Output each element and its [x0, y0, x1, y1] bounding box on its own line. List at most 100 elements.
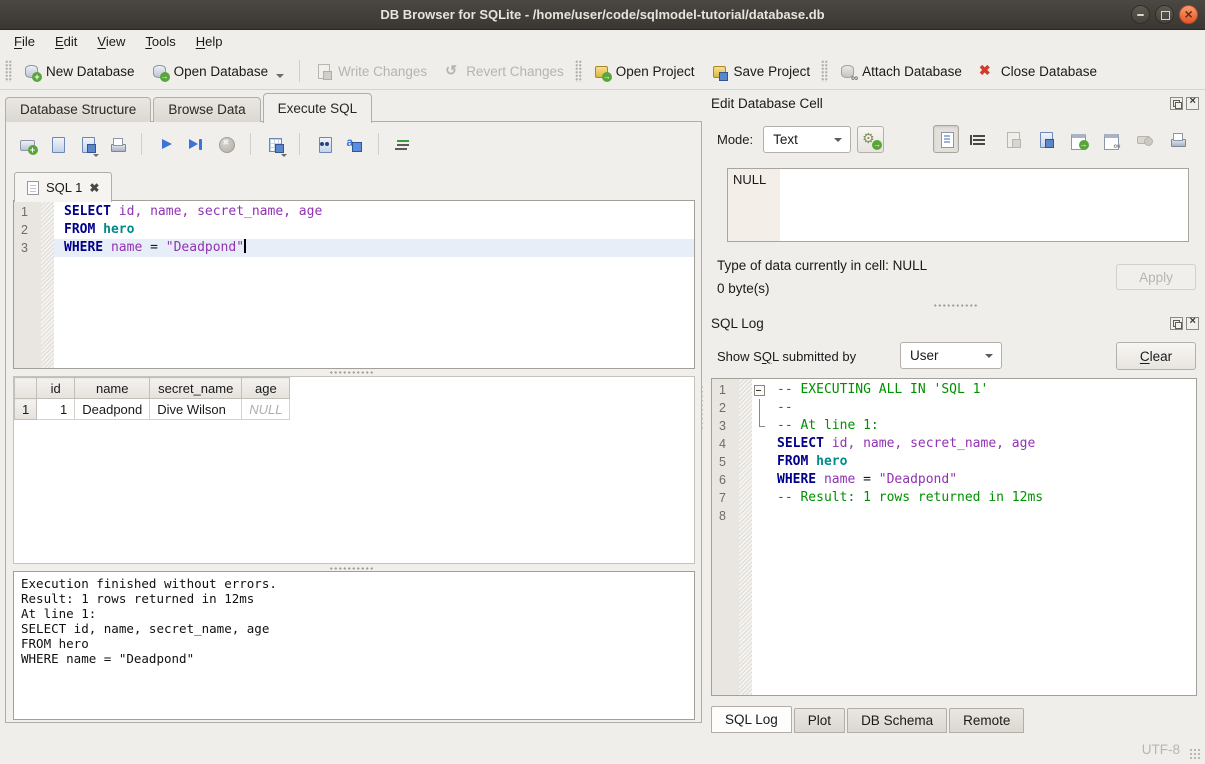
- auto-mode-button[interactable]: [857, 126, 884, 153]
- export-data-button[interactable]: [1032, 125, 1058, 153]
- open-project-button[interactable]: Open Project: [585, 59, 703, 84]
- code-line-1: 1SELECT id, name, secret_name, age: [14, 203, 694, 221]
- chevron-down-icon[interactable]: [276, 74, 284, 78]
- sql-log-view[interactable]: 1-- EXECUTING ALL IN 'SQL 1'2--3-- At li…: [711, 378, 1197, 696]
- close-dock-icon[interactable]: [1186, 97, 1199, 110]
- tab-database-structure[interactable]: Database Structure: [5, 97, 151, 122]
- find-in-sql-button[interactable]: [311, 131, 337, 157]
- code-text[interactable]: FROM hero: [54, 221, 694, 239]
- column-header-id[interactable]: id: [37, 378, 75, 399]
- close-button[interactable]: [1179, 5, 1198, 24]
- log-filter-select[interactable]: User: [900, 342, 1002, 369]
- token-id: name: [111, 240, 142, 255]
- tab-remote[interactable]: Remote: [949, 708, 1024, 733]
- word-wrap-button[interactable]: [966, 125, 992, 153]
- sql-log-dock-titlebar: SQL Log: [711, 314, 1199, 332]
- float-dock-icon[interactable]: [1170, 317, 1183, 330]
- open-in-external-button[interactable]: [1065, 125, 1091, 153]
- sql-document-icon: [27, 181, 39, 195]
- line-number: 3: [14, 239, 41, 257]
- execute-current-line-button[interactable]: [183, 131, 209, 157]
- status-bar: UTF-8: [0, 735, 1205, 764]
- cell-editor[interactable]: NULL: [727, 168, 1189, 242]
- code-text[interactable]: SELECT id, name, secret_name, age: [54, 203, 694, 221]
- close-tab-icon[interactable]: [89, 180, 99, 195]
- toolbar-separator: [141, 133, 142, 155]
- row-number[interactable]: 1: [15, 399, 37, 420]
- column-header-age[interactable]: age: [242, 378, 290, 399]
- code-text[interactable]: -- Result: 1 rows returned in 12ms: [767, 489, 1196, 507]
- cell-id[interactable]: 1: [37, 399, 75, 420]
- token-id: id, name, secret_name, age: [832, 436, 1036, 451]
- menu-edit[interactable]: Edit: [45, 32, 87, 51]
- clear-log-button[interactable]: Clear: [1116, 342, 1196, 370]
- code-text[interactable]: -- At line 1:: [767, 417, 1196, 435]
- save-project-button[interactable]: Save Project: [703, 59, 819, 84]
- tab-plot[interactable]: Plot: [794, 708, 845, 733]
- format-sql-button[interactable]: [390, 131, 416, 157]
- window-controls: [1131, 5, 1198, 24]
- open-database-button[interactable]: Open Database: [143, 59, 293, 84]
- code-text[interactable]: SELECT id, name, secret_name, age: [767, 435, 1196, 453]
- code-text[interactable]: WHERE name = "Deadpond": [54, 239, 694, 257]
- attach-database-button[interactable]: Attach Database: [831, 59, 970, 84]
- cell-name[interactable]: Deadpond: [75, 399, 150, 420]
- menu-file[interactable]: File: [4, 32, 45, 51]
- print-sql-button[interactable]: [104, 131, 130, 157]
- encoding-indicator[interactable]: UTF-8: [1142, 742, 1180, 757]
- column-header-name[interactable]: name: [75, 378, 150, 399]
- splitter-handle[interactable]: [329, 566, 373, 571]
- code-text[interactable]: --: [767, 399, 1196, 417]
- tab-execute-sql[interactable]: Execute SQL: [263, 93, 373, 123]
- code-text[interactable]: WHERE name = "Deadpond": [767, 471, 1196, 489]
- column-header-secret-name[interactable]: secret_name: [150, 378, 242, 399]
- export-data-icon: [1037, 131, 1054, 148]
- dock-splitter-handle[interactable]: [933, 303, 977, 308]
- save-sql-file-button[interactable]: [74, 131, 100, 157]
- token-kw: WHERE: [777, 472, 816, 487]
- tab-db-schema[interactable]: DB Schema: [847, 708, 947, 733]
- sql-editor[interactable]: 1SELECT id, name, secret_name, age2FROM …: [13, 200, 695, 369]
- mode-label: Mode:: [717, 132, 753, 147]
- attach-database-label: Attach Database: [862, 64, 962, 79]
- save-results-button[interactable]: [262, 131, 288, 157]
- token-tbl: hero: [816, 454, 847, 469]
- tab-browse-data[interactable]: Browse Data: [153, 97, 260, 122]
- corner-header-cell[interactable]: [15, 378, 37, 399]
- menu-view[interactable]: View: [87, 32, 135, 51]
- splitter-handle[interactable]: [329, 370, 373, 375]
- token-pl: [816, 472, 824, 487]
- tab-sql-log[interactable]: SQL Log: [711, 706, 792, 733]
- open-sql-file-button[interactable]: [44, 131, 70, 157]
- menu-help[interactable]: Help: [186, 32, 233, 51]
- close-dock-icon[interactable]: [1186, 317, 1199, 330]
- chevron-down-icon[interactable]: [281, 154, 287, 157]
- title-bar[interactable]: DB Browser for SQLite - /home/user/code/…: [0, 0, 1205, 30]
- save-project-label: Save Project: [734, 64, 811, 79]
- close-database-button[interactable]: Close Database: [970, 59, 1105, 84]
- code-text[interactable]: [767, 507, 1196, 525]
- copy-link-icon: [1103, 131, 1120, 148]
- apply-button[interactable]: Apply: [1116, 264, 1196, 290]
- execute-all-button[interactable]: [153, 131, 179, 157]
- auto-complete-button[interactable]: [341, 131, 367, 157]
- new-sql-tab-button[interactable]: [14, 131, 40, 157]
- tab-sql-1[interactable]: SQL 1: [14, 172, 112, 202]
- maximize-button[interactable]: [1155, 5, 1174, 24]
- text-mode-button[interactable]: [933, 125, 959, 153]
- float-dock-icon[interactable]: [1170, 97, 1183, 110]
- minimize-button[interactable]: [1131, 5, 1150, 24]
- cell-secret-name[interactable]: Dive Wilson: [150, 399, 242, 420]
- cell-age[interactable]: NULL: [242, 399, 290, 420]
- token-kw: FROM: [64, 222, 95, 237]
- print-cell-button[interactable]: [1164, 125, 1190, 153]
- resize-grip[interactable]: [1189, 748, 1202, 761]
- code-text[interactable]: -- EXECUTING ALL IN 'SQL 1': [767, 381, 1196, 399]
- fold-marker-minus-icon[interactable]: [752, 381, 767, 399]
- menu-tools[interactable]: Tools: [135, 32, 185, 51]
- chevron-down-icon[interactable]: [93, 154, 99, 157]
- new-database-button[interactable]: New Database: [15, 59, 143, 84]
- mode-select[interactable]: Text: [763, 126, 851, 153]
- code-text[interactable]: FROM hero: [767, 453, 1196, 471]
- execution-status-box[interactable]: Execution finished without errors.Result…: [13, 571, 695, 720]
